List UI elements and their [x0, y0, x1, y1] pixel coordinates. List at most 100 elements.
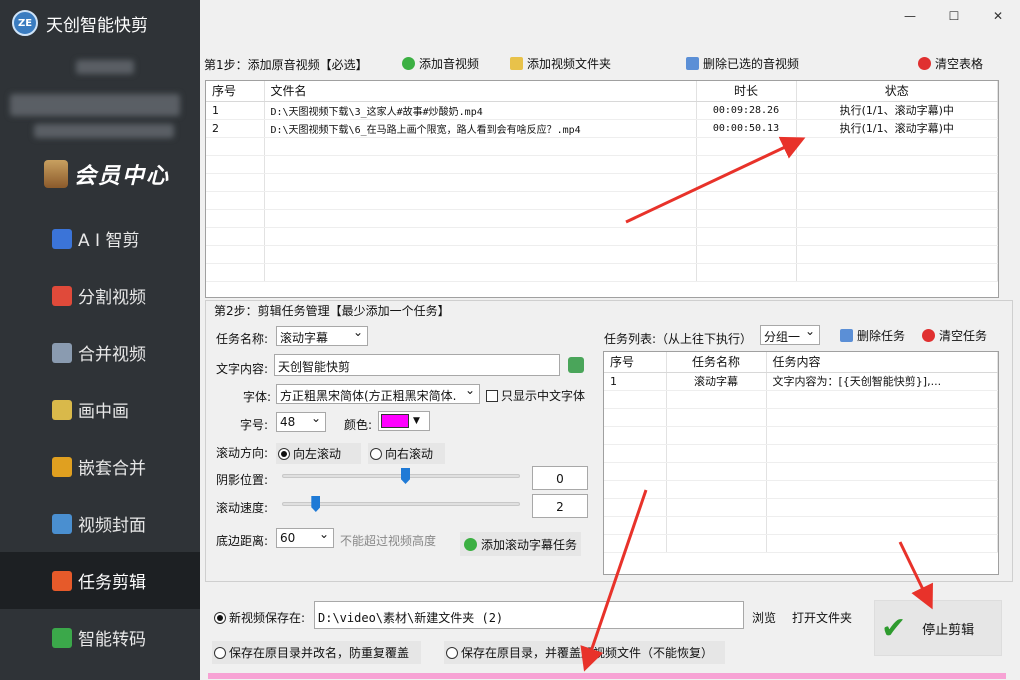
sidebar-item-transcode[interactable]: 智能转码 — [0, 609, 200, 666]
table-row[interactable] — [604, 444, 998, 463]
table-row[interactable] — [604, 426, 998, 445]
table-row[interactable] — [206, 191, 998, 210]
cell-duration — [696, 155, 797, 174]
table-row[interactable] — [604, 390, 998, 409]
table-row[interactable] — [206, 137, 998, 156]
sidebar-item-pip[interactable]: 画中画 — [0, 381, 200, 438]
add-video-button[interactable]: 添加音视频 — [398, 53, 484, 73]
cell-status — [796, 191, 998, 210]
clear-table-button[interactable]: 清空表格 — [914, 53, 988, 73]
font-size-select[interactable]: 48 — [276, 412, 326, 432]
table-row[interactable] — [604, 534, 998, 553]
task-name-label: 任务名称: — [216, 332, 269, 346]
plus-icon — [402, 56, 415, 70]
table-row[interactable]: 1 滚动字幕 文字内容为：[{天创智能快剪}],... — [604, 372, 998, 391]
blurred-account-info — [34, 124, 174, 138]
clear-icon — [918, 56, 931, 70]
table-row[interactable] — [604, 480, 998, 499]
task-name-select[interactable]: 滚动字幕 — [276, 326, 368, 346]
cell-name — [666, 498, 767, 517]
cover-icon — [52, 513, 72, 534]
speed-value-box[interactable]: 2 — [532, 494, 588, 518]
shadow-slider[interactable] — [282, 468, 520, 484]
speed-slider[interactable] — [282, 496, 520, 512]
table-row[interactable] — [206, 209, 998, 228]
col-header-filename[interactable]: 文件名 — [264, 81, 697, 102]
main-panel: — ☐ ✕ 第1步：添加原音视频【必选】 添加音视频 添加视频文件夹 删除已选的… — [200, 0, 1020, 680]
member-center-button[interactable]: 会员中心 — [44, 158, 170, 190]
col-header-duration[interactable]: 时长 — [696, 81, 797, 102]
video-file-table[interactable]: 序号 文件名 时长 状态 1 D:\天图视频下载\3_这家人#故事#炒酸奶.mp4… — [205, 80, 999, 298]
col-header-no[interactable]: 序号 — [206, 81, 265, 102]
open-folder-button[interactable]: 打开文件夹 — [792, 609, 852, 626]
save-path-input[interactable]: D:\video\素材\新建文件夹 (2) — [314, 601, 744, 629]
task-col-no[interactable]: 序号 — [604, 352, 667, 373]
color-picker[interactable]: ▼ — [378, 411, 430, 431]
transcode-icon — [52, 627, 72, 648]
table-row[interactable]: 1 D:\天图视频下载\3_这家人#故事#炒酸奶.mp4 00:09:28.26 执行… — [206, 101, 998, 120]
table-row[interactable] — [206, 155, 998, 174]
minimize-button[interactable]: — — [888, 0, 932, 32]
group-select[interactable]: 分组一 — [760, 325, 820, 345]
cell-duration — [696, 173, 797, 192]
table-row[interactable] — [604, 516, 998, 535]
text-content-input[interactable]: 天创智能快剪 — [274, 354, 560, 376]
col-header-status[interactable]: 状态 — [796, 81, 998, 102]
sidebar-item-flower[interactable]: 任务剪辑 — [0, 552, 200, 609]
cell-no — [206, 137, 265, 156]
bottom-distance-select[interactable]: 60 — [276, 528, 334, 548]
maximize-button[interactable]: ☐ — [932, 0, 976, 32]
table-row[interactable] — [206, 263, 998, 282]
nest-icon — [52, 456, 72, 477]
sidebar-item-ai[interactable]: A I 智剪 — [0, 210, 200, 267]
scroll-left-radio[interactable]: 向左滚动 — [276, 443, 362, 464]
browse-button[interactable]: 浏览 — [752, 609, 776, 626]
checkmark-icon: ✔ — [881, 610, 907, 646]
table-row[interactable] — [604, 408, 998, 427]
cell-no — [206, 227, 265, 246]
cell-status: 执行(1/1、滚动字幕)中 — [796, 101, 998, 120]
add-scroll-task-button[interactable]: 添加滚动字幕任务 — [460, 532, 582, 556]
font-label: 字体: — [243, 390, 272, 404]
insert-text-icon[interactable] — [568, 357, 584, 373]
task-list-label: 任务列表:（从上往下执行） — [604, 332, 753, 346]
close-button[interactable]: ✕ — [976, 0, 1020, 32]
save-rename-radio[interactable]: 保存在原目录并改名，防重复覆盖 — [212, 641, 422, 664]
sidebar-item-cover[interactable]: 视频封面 — [0, 495, 200, 552]
sidebar-item-label: 合并视频 — [78, 345, 146, 365]
table-row[interactable] — [604, 498, 998, 517]
task-col-name[interactable]: 任务名称 — [666, 352, 767, 373]
delete-task-button[interactable]: 删除任务 — [836, 325, 910, 345]
clear-task-button[interactable]: 清空任务 — [918, 325, 992, 345]
add-folder-label: 添加视频文件夹 — [527, 56, 612, 71]
task-col-content[interactable]: 任务内容 — [766, 352, 998, 373]
progress-bar — [208, 673, 1006, 679]
table-row[interactable]: 2 D:\天图视频下载\6_在马路上画个限宽，路人看到会有啥反应？.mp4 00:0… — [206, 119, 998, 138]
dropdown-arrow-icon: ▼ — [413, 416, 420, 426]
stop-edit-button[interactable]: ✔ 停止剪辑 — [874, 600, 1002, 656]
sidebar-item-nest[interactable]: 嵌套合并 — [0, 438, 200, 495]
save-overwrite-radio[interactable]: 保存在原目录，并覆盖原视频文件（不能恢复） — [444, 641, 726, 664]
table-row[interactable] — [206, 227, 998, 246]
table-row[interactable] — [206, 173, 998, 192]
cell-file — [264, 227, 697, 246]
cell-status — [796, 245, 998, 264]
font-select[interactable]: 方正粗黑宋简体(方正粗黑宋简体. — [276, 384, 480, 404]
brand: ZE 天创智能快剪 — [12, 10, 148, 36]
cell-name — [666, 516, 767, 535]
task-table[interactable]: 序号 任务名称 任务内容 1 滚动字幕 文字内容为：[{天创智能快剪}],... — [603, 351, 999, 575]
table-row[interactable] — [206, 245, 998, 264]
shadow-value-box[interactable]: 0 — [532, 466, 588, 490]
only-chinese-checkbox[interactable]: 只显示中文字体 — [486, 387, 585, 404]
save-new-radio[interactable]: 新视频保存在: — [214, 609, 305, 626]
scroll-right-radio[interactable]: 向右滚动 — [368, 443, 446, 464]
table-row[interactable] — [604, 462, 998, 481]
sidebar-item-merge[interactable]: 合并视频 — [0, 324, 200, 381]
delete-selected-button[interactable]: 删除已选的音视频 — [682, 53, 804, 73]
cell-no — [604, 480, 667, 499]
merge-icon — [52, 342, 72, 363]
cell-file — [264, 155, 697, 174]
sidebar-item-split[interactable]: 分割视频 — [0, 267, 200, 324]
add-folder-button[interactable]: 添加视频文件夹 — [506, 53, 616, 73]
delete-window-icon — [686, 56, 699, 70]
